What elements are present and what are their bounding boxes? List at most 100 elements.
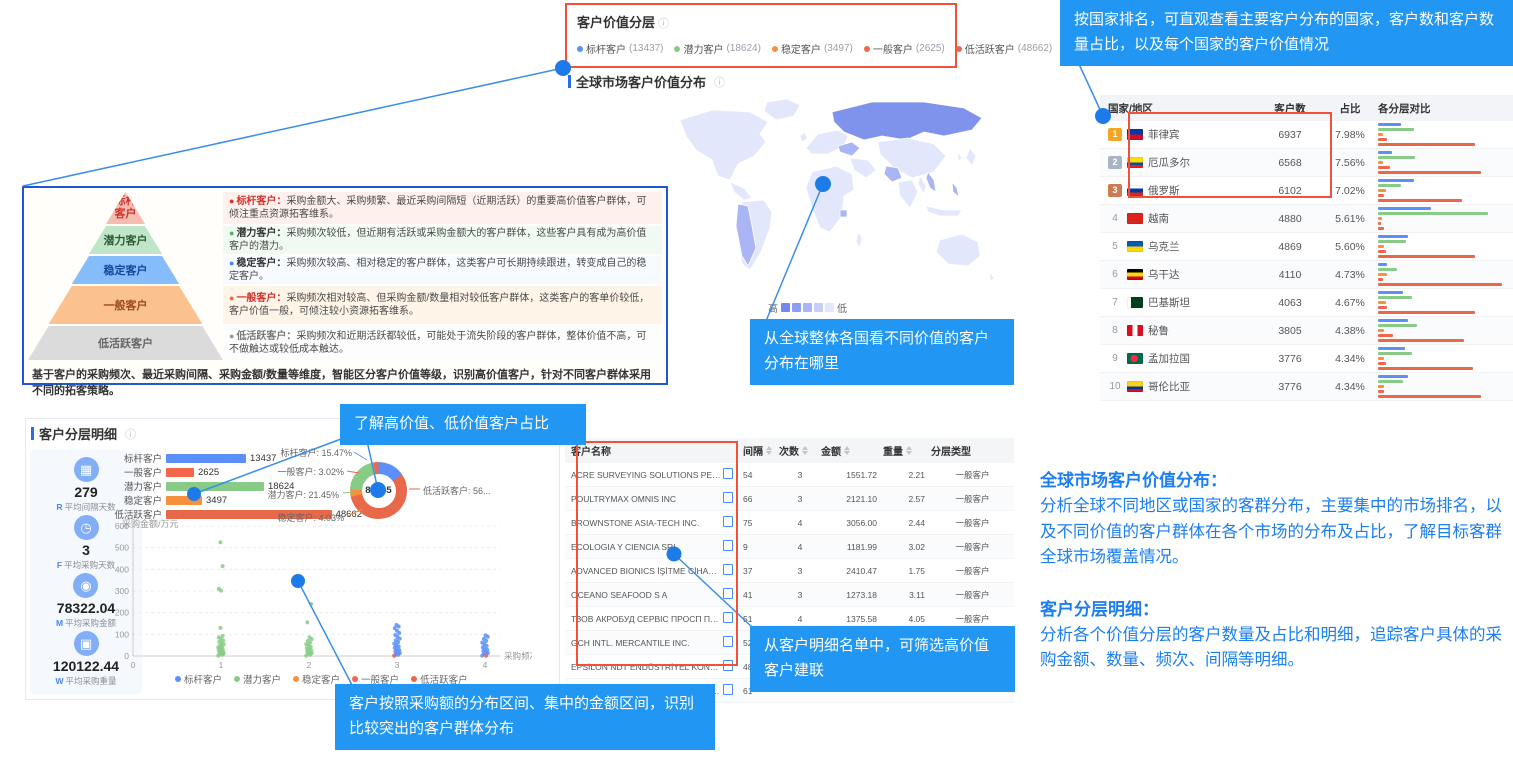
tier-mini-bars: [1378, 345, 1513, 372]
table-row[interactable]: ECOLOGIA Y CIENCIA SRL941181.993.02一般客户: [565, 535, 1014, 559]
table-row[interactable]: 5乌克兰48695.60%: [1100, 233, 1513, 261]
pyramid-tier-row: 标杆客户 ●标杆客户：采购金额大、采购频繁、最近采购间隔短（近期活跃）的重要高价…: [28, 192, 662, 224]
tier-mini-bar: [1378, 334, 1393, 337]
header-label: 客户名称: [571, 443, 611, 458]
scatter-point: [480, 641, 484, 645]
amount-cell: 1375.58: [821, 614, 883, 624]
table-row[interactable]: 3俄罗斯61027.02%: [1100, 177, 1513, 205]
table-row[interactable]: BROWNSTONE ASIA-TECH INC.7543056.002.44一…: [565, 511, 1014, 535]
tier-legend-item[interactable]: 标杆客户(13437): [577, 41, 663, 56]
stat-value: 3: [57, 542, 115, 558]
tier-mini-bar: [1378, 133, 1383, 136]
table-row[interactable]: POULTRYMAX OMNIS INC6632121.102.57一般客户: [565, 487, 1014, 511]
scatter-legend-item[interactable]: 潜力客户: [234, 672, 281, 686]
tier-mini-bar: [1378, 324, 1417, 327]
copy-icon[interactable]: [725, 566, 733, 575]
info-icon[interactable]: ⓘ: [714, 74, 725, 90]
info-icon[interactable]: ⓘ: [658, 18, 669, 30]
scatter-legend-item[interactable]: 标杆客户: [175, 672, 222, 686]
bar-value: 2625: [198, 467, 219, 478]
tier-type-cell: 一般客户: [931, 469, 1014, 481]
table-row[interactable]: 8秘鲁38054.38%: [1100, 317, 1513, 345]
sort-icon[interactable]: [766, 446, 772, 455]
map-legend-swatch: [825, 303, 834, 312]
legend-count: (18624): [726, 43, 760, 54]
copy-icon[interactable]: [725, 542, 733, 551]
tier-mini-bar: [1378, 390, 1384, 393]
sort-icon[interactable]: [906, 446, 912, 455]
svg-text:采购频次: 采购频次: [504, 651, 532, 661]
tier-mini-bar: [1378, 367, 1473, 370]
weight-cell: 2.44: [883, 518, 931, 528]
country-cell: 8秘鲁: [1100, 323, 1258, 338]
sort-icon[interactable]: [802, 446, 808, 455]
map-legend-high-label: 高: [768, 300, 778, 315]
table-row[interactable]: 7巴基斯坦40634.67%: [1100, 289, 1513, 317]
customer-col-header: 金额: [821, 443, 883, 458]
copy-icon[interactable]: [725, 494, 733, 503]
tier-type-cell: 一般客户: [931, 493, 1014, 505]
scatter-point: [392, 654, 396, 658]
legend-dot-icon: [234, 676, 240, 682]
table-row[interactable]: 10哥伦比亚37764.34%: [1100, 373, 1513, 401]
copy-icon[interactable]: [725, 686, 733, 695]
copy-icon[interactable]: [725, 590, 733, 599]
rank-label: 5: [1108, 241, 1122, 252]
table-row[interactable]: 9孟加拉国37764.34%: [1100, 345, 1513, 373]
table-row[interactable]: 4越南48805.61%: [1100, 205, 1513, 233]
tier-mini-bar: [1378, 301, 1386, 304]
table-row[interactable]: ACRE SURVEYING SOLUTIONS PERU S A C AC54…: [565, 463, 1014, 487]
table-row[interactable]: ADVANCED BIONICS İŞİTME CİHAZLARI TİCARE…: [565, 559, 1014, 583]
purchase-scatter-chart[interactable]: 010020030040050060001234采购频次: [108, 518, 532, 678]
country-name: 秘鲁: [1148, 323, 1169, 338]
amount-cell: 1273.18: [821, 590, 883, 600]
tier-share-donut-chart[interactable]: 86845: [350, 462, 407, 519]
tier-mini-bars: [1378, 373, 1513, 400]
table-row[interactable]: 1菲律宾69377.98%: [1100, 121, 1513, 149]
tier-mini-bars: [1378, 261, 1513, 288]
copy-icon[interactable]: [725, 614, 733, 623]
col-country: 国家/地区: [1100, 101, 1258, 116]
interval-cell: 41: [737, 590, 779, 600]
rank-label: 3: [1108, 184, 1122, 197]
tier-mini-bars: [1378, 317, 1513, 344]
weight-cell: 3.11: [883, 590, 931, 600]
scatter-legend-item[interactable]: 稳定客户: [293, 672, 340, 686]
pyramid-segment-stable: 稳定客户: [28, 256, 223, 284]
copy-icon[interactable]: [725, 470, 733, 479]
tier-mini-bar: [1378, 184, 1401, 187]
svg-text:200: 200: [115, 608, 129, 618]
amount-cell: 1551.72: [821, 470, 883, 480]
world-map[interactable]: [672, 96, 1016, 314]
customer-col-header: 分层类型: [931, 443, 1014, 458]
copy-icon[interactable]: [725, 518, 733, 527]
donut-center-total: 86845: [362, 474, 396, 508]
global-distribution-title: 全球市场客户价值分布ⓘ: [568, 72, 725, 91]
tier-mini-bar: [1378, 123, 1401, 126]
tier-legend-item[interactable]: 低活跃客户(48662): [956, 41, 1052, 56]
map-legend-swatch: [781, 303, 790, 312]
country-name: 俄罗斯: [1148, 183, 1180, 198]
tier-legend-item[interactable]: 潜力客户(18624): [674, 41, 760, 56]
tier-legend-item[interactable]: 一般客户(2625): [864, 41, 945, 56]
customer-col-header: 客户名称: [565, 443, 737, 458]
callout-map: 从全球整体各国看不同价值的客户分布在哪里: [750, 319, 1014, 385]
legend-count: (2625): [916, 43, 945, 54]
tier-description: ●低活跃客户：采购频次和近期活跃都较低，可能处于流失阶段的客户群体，整体价值不高…: [223, 326, 662, 360]
scatter-point: [393, 633, 397, 637]
customer-pct: 5.60%: [1322, 241, 1378, 253]
tier-mini-bar: [1378, 189, 1386, 192]
world-map-svg: [672, 96, 1016, 314]
copy-icon[interactable]: [725, 638, 733, 647]
tier-mini-bar: [1378, 352, 1412, 355]
tier-legend-item[interactable]: 稳定客户(3497): [772, 41, 853, 56]
table-row[interactable]: 2厄瓜多尔65687.56%: [1100, 149, 1513, 177]
copy-icon[interactable]: [725, 662, 733, 671]
table-row[interactable]: OCEANO SEAFOOD S A4131273.183.11一般客户: [565, 583, 1014, 607]
customer-pct: 4.73%: [1322, 269, 1378, 281]
tier-type-cell: 一般客户: [931, 517, 1014, 529]
sort-icon[interactable]: [844, 446, 850, 455]
info-icon[interactable]: ⓘ: [125, 426, 136, 442]
table-row[interactable]: 6乌干达41104.73%: [1100, 261, 1513, 289]
country-flag-icon: [1127, 241, 1143, 252]
